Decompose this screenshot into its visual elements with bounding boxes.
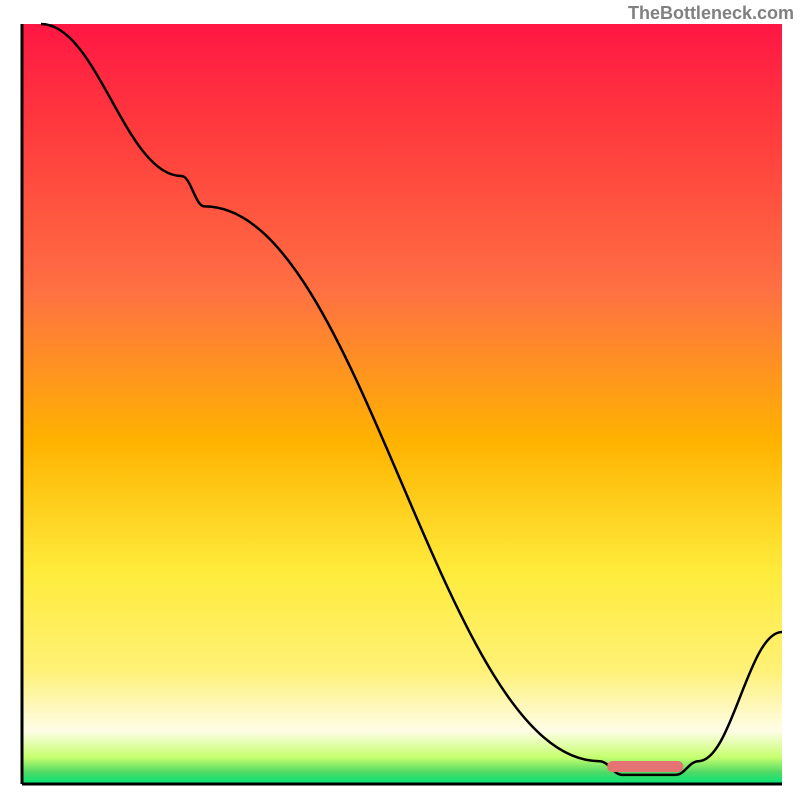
chart-svg bbox=[0, 0, 800, 800]
watermark-text: TheBottleneck.com bbox=[628, 3, 794, 24]
gradient-background bbox=[22, 24, 782, 784]
optimal-zone-marker bbox=[607, 761, 683, 772]
bottleneck-chart bbox=[0, 0, 800, 800]
